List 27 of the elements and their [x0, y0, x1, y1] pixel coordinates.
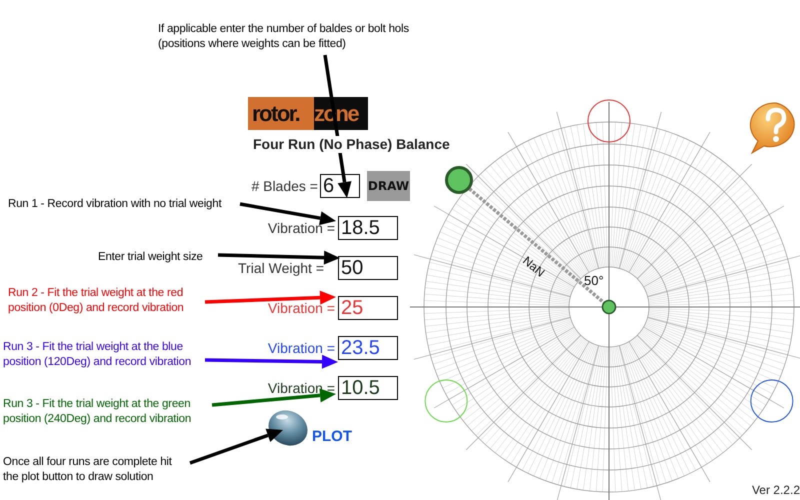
field-label: Vibration =: [268, 380, 335, 396]
vector-endpoint-marker[interactable]: [445, 166, 473, 194]
field-label: # Blades =: [251, 178, 318, 194]
annotation-text: Once all four runs are complete hit the plot button to draw solution: [3, 455, 172, 485]
version-text: Ver 2.2.2: [752, 483, 800, 497]
vector-angle-label: 50°: [584, 273, 604, 288]
input-field[interactable]: 23.5: [338, 336, 398, 360]
annotation-text: Enter trial weight size: [98, 250, 203, 265]
field-label: Vibration =: [268, 220, 335, 236]
annotation-text: Run 1 - Record vibration with no trial weight: [8, 197, 222, 212]
plot-button[interactable]: PLOT: [266, 409, 352, 447]
field-label: Vibration =: [268, 340, 335, 356]
field-label: Vibration =: [268, 300, 335, 316]
page-title: Four Run (No Phase) Balance: [253, 136, 450, 153]
annotation-text: If applicable enter the number of baldes or bolt hols (positions where weights can be fitted): [158, 22, 409, 52]
center-dot: [602, 300, 616, 314]
input-field[interactable]: 50: [338, 256, 398, 280]
input-field[interactable]: 18.5: [338, 216, 398, 240]
input-field[interactable]: 10.5: [338, 376, 398, 400]
annotation-text: Run 3 - Fit the trial weight at the blue position (120Deg) and record vibration: [3, 340, 192, 370]
draw-button[interactable]: DRAW: [367, 171, 410, 201]
field-label: Trial Weight =: [238, 260, 324, 276]
blob-icon: [266, 409, 310, 447]
logo-text: rotor.: [248, 97, 314, 130]
annotation-text: Run 2 - Fit the trial weight at the red position (0Deg) and record vibration: [8, 286, 184, 316]
input-field[interactable]: 25: [338, 296, 398, 320]
annotation-text: Run 3 - Fit the trial weight at the green position (240Deg) and record vibration: [3, 397, 192, 427]
